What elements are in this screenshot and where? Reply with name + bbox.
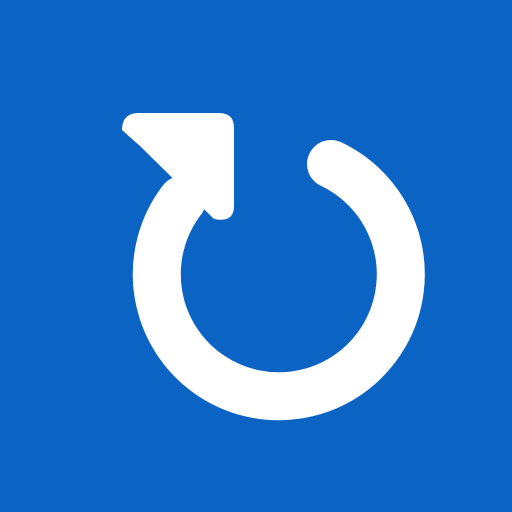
refresh-arc xyxy=(132,140,425,421)
refresh-icon xyxy=(122,113,425,421)
refresh-tile[interactable] xyxy=(0,0,512,512)
